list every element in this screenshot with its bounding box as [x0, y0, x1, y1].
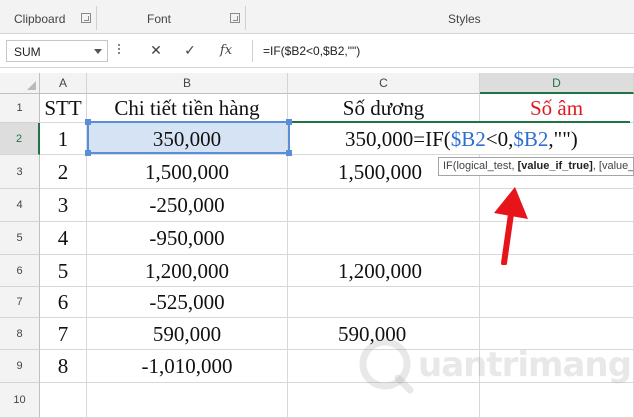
formula-cell-reference: $B2: [450, 127, 486, 151]
cell-c2[interactable]: 350,000=IF($B2<0,$B2,""): [288, 123, 634, 155]
cell-b1[interactable]: Chi tiết tiền hàng: [87, 94, 288, 123]
row-header-6[interactable]: 6: [0, 255, 40, 287]
cell-d7[interactable]: [480, 287, 634, 318]
column-header-d[interactable]: D: [480, 73, 634, 94]
cell-c1[interactable]: Số dương: [288, 94, 480, 123]
name-box-value: SUM: [14, 45, 41, 59]
cell-d8[interactable]: [480, 318, 634, 350]
cell-a5[interactable]: 4: [40, 222, 87, 255]
cell-c4[interactable]: [288, 189, 480, 222]
cell-d1[interactable]: Số âm: [480, 94, 634, 123]
cell-b6[interactable]: 1,200,000: [87, 255, 288, 287]
cell-c9[interactable]: [288, 350, 480, 383]
cell-b9[interactable]: -1,010,000: [87, 350, 288, 383]
formula-segment: ,""): [548, 127, 578, 151]
cell-a3[interactable]: 2: [40, 155, 87, 189]
font-launcher-icon[interactable]: [230, 13, 240, 23]
formula-segment: <0,: [485, 127, 514, 151]
cell-a7[interactable]: 6: [40, 287, 87, 318]
column-header-b[interactable]: B: [87, 73, 288, 94]
cell-a4[interactable]: 3: [40, 189, 87, 222]
cell-b7[interactable]: -525,000: [87, 287, 288, 318]
cell-b5[interactable]: -950,000: [87, 222, 288, 255]
row-header-5[interactable]: 5: [0, 222, 40, 255]
font-group-label: Font: [147, 12, 172, 26]
cell-c10[interactable]: [288, 383, 480, 418]
formula-text: =IF($B2<0,$B2,""): [263, 44, 361, 58]
cell-a9[interactable]: 8: [40, 350, 87, 383]
cell-d10[interactable]: [480, 383, 634, 418]
row-header-4[interactable]: 4: [0, 189, 40, 222]
cell-c8[interactable]: 590,000: [288, 318, 480, 350]
formula-cell-reference: $B2: [513, 127, 549, 151]
cell-b3[interactable]: 1,500,000: [87, 155, 288, 189]
row-header-2[interactable]: 2: [0, 123, 40, 155]
cell-b10[interactable]: [87, 383, 288, 418]
cell-a1[interactable]: STT: [40, 94, 87, 123]
tooltip-suffix: , [value_if_false]): [592, 160, 634, 172]
name-box[interactable]: SUM: [6, 40, 108, 62]
column-header-a[interactable]: A: [40, 73, 87, 94]
cell-b4[interactable]: -250,000: [87, 189, 288, 222]
ribbon-separator: [96, 6, 97, 30]
cell-c6[interactable]: 1,200,000: [288, 255, 480, 287]
cell-a10[interactable]: [40, 383, 87, 418]
cell-c5[interactable]: [288, 222, 480, 255]
tooltip-current-arg[interactable]: [value_if_true]: [518, 160, 593, 172]
cell-a8[interactable]: 7: [40, 318, 87, 350]
cell-d9[interactable]: [480, 350, 634, 383]
insert-function-icon[interactable]: fx: [215, 42, 237, 60]
formula-input[interactable]: =IF($B2<0,$B2,""): [252, 40, 630, 62]
enter-check-icon[interactable]: ✓: [179, 42, 201, 60]
tooltip-prefix: IF(logical_test,: [443, 160, 518, 172]
row-header-10[interactable]: 10: [0, 383, 40, 418]
cell-a2[interactable]: 1: [40, 123, 87, 155]
styles-group-label: Styles: [448, 12, 481, 26]
row-header-9[interactable]: 9: [0, 350, 40, 383]
row-header-3[interactable]: 3: [0, 155, 40, 189]
ribbon-separator: [245, 6, 246, 30]
row-header-1[interactable]: 1: [0, 94, 40, 123]
chevron-down-icon[interactable]: [94, 49, 102, 54]
drag-handle-icon[interactable]: [118, 44, 121, 58]
clipboard-launcher-icon[interactable]: [81, 13, 91, 23]
row-header-8[interactable]: 8: [0, 318, 40, 350]
column-header-c[interactable]: C: [288, 73, 480, 94]
cell-c2-value: 350,000: [345, 127, 414, 151]
cell-c7[interactable]: [288, 287, 480, 318]
red-arrow-icon: [494, 187, 528, 265]
function-tooltip: IF(logical_test, [value_if_true], [value…: [438, 157, 634, 176]
clipboard-group-label: Clipboard: [14, 12, 66, 26]
row-header-7[interactable]: 7: [0, 287, 40, 318]
formula-segment: =IF(: [413, 127, 451, 151]
cancel-icon[interactable]: ✕: [145, 42, 167, 60]
select-all-corner[interactable]: [0, 73, 40, 94]
ribbon-group-labels: Clipboard Font Styles: [0, 0, 634, 34]
cell-b8[interactable]: 590,000: [87, 318, 288, 350]
cell-a6[interactable]: 5: [40, 255, 87, 287]
cell-b2[interactable]: 350,000: [87, 123, 288, 155]
